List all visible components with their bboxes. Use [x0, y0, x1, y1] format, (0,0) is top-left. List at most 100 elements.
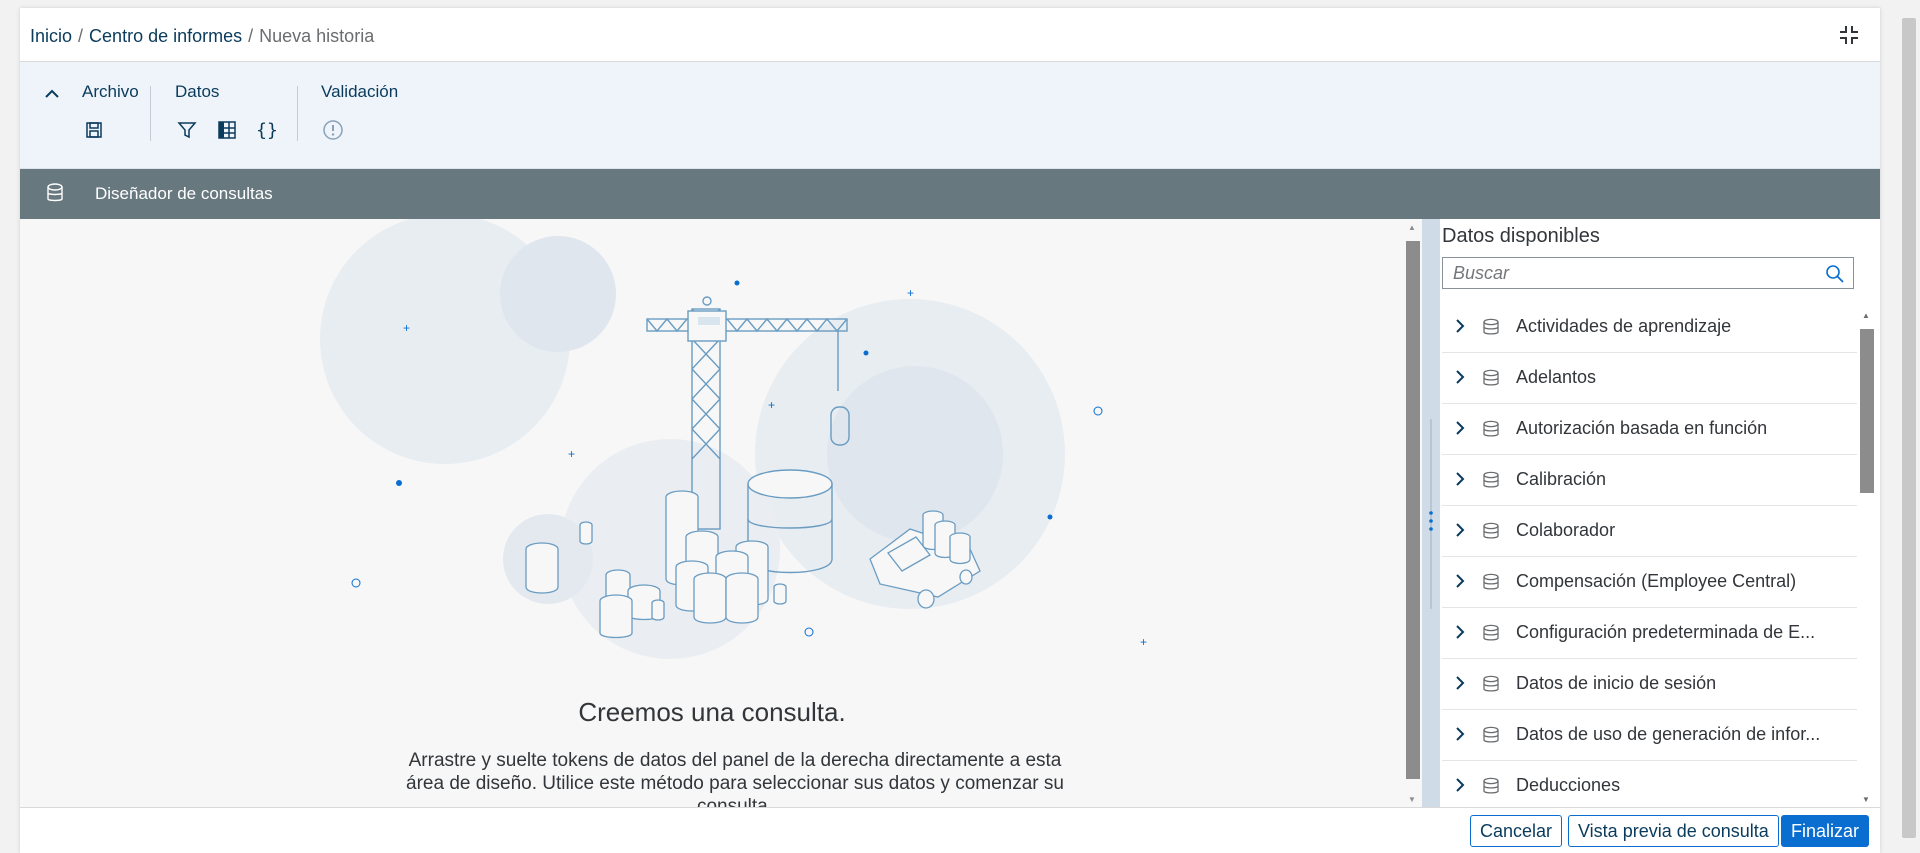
save-button[interactable]	[82, 118, 106, 142]
database-icon	[1483, 675, 1499, 692]
list-item[interactable]: Autorización basada en función	[1442, 404, 1857, 455]
database-icon	[1483, 420, 1499, 437]
toolbar-divider	[297, 86, 298, 141]
filter-button[interactable]	[175, 118, 199, 142]
scroll-up-icon[interactable]: ▲	[1862, 311, 1870, 320]
list-item[interactable]: Calibración	[1442, 455, 1857, 506]
list-item[interactable]: Datos de inicio de sesión	[1442, 659, 1857, 710]
empty-state-illustration: + + + + +	[320, 219, 1147, 659]
exit-fullscreen-button[interactable]	[1836, 22, 1862, 48]
database-icon	[1483, 624, 1499, 641]
breadcrumb-separator: /	[248, 26, 254, 46]
list-item[interactable]: Deducciones	[1442, 761, 1857, 807]
list-item-label: Configuración predeterminada de E...	[1516, 622, 1816, 642]
empty-state-description: Arrastre y suelte tokens de datos del pa…	[406, 750, 1064, 807]
exit-fullscreen-icon	[1840, 26, 1858, 44]
list-item[interactable]: Compensación (Employee Central)	[1442, 557, 1857, 608]
search-field[interactable]	[1442, 257, 1854, 289]
scroll-down-icon[interactable]: ▼	[1862, 795, 1870, 804]
database-icon	[1483, 522, 1499, 539]
preview-query-button[interactable]: Vista previa de consulta	[1568, 815, 1779, 847]
list-item-label: Colaborador	[1516, 520, 1616, 540]
page-scrollbar[interactable]	[1900, 8, 1918, 853]
toolbar-group-validation: Validación	[321, 82, 398, 142]
table-icon	[218, 121, 236, 139]
chevron-right-icon[interactable]	[1454, 420, 1466, 436]
query-designer-bar: Diseñador de consultas	[20, 169, 1880, 219]
toolbar-group-title: Archivo	[82, 82, 139, 101]
breadcrumb: Inicio / Centro de informes / Nueva historia	[30, 26, 374, 47]
available-data-title: Datos disponibles	[1442, 225, 1600, 247]
database-icon	[47, 183, 63, 202]
list-item[interactable]: Actividades de aprendizaje	[1442, 302, 1857, 353]
chevron-right-icon[interactable]	[1454, 624, 1466, 640]
dialog-footer: Cancelar Vista previa de consulta Finali…	[20, 807, 1880, 853]
toolbar-group-file: Archivo	[82, 82, 139, 142]
svg-text:+: +	[568, 447, 575, 461]
finish-button[interactable]: Finalizar	[1781, 815, 1870, 847]
chevron-right-icon[interactable]	[1454, 675, 1466, 691]
list-item[interactable]: Adelantos	[1442, 353, 1857, 404]
formula-button[interactable]: {}	[255, 118, 279, 142]
list-item-label: Deducciones	[1516, 775, 1621, 795]
collapse-toolbar-button[interactable]	[42, 84, 62, 104]
search-input[interactable]	[1443, 258, 1813, 288]
canvas-scrollbar[interactable]: ▲ ▼	[1404, 219, 1422, 807]
breadcrumb-report-center[interactable]: Centro de informes	[89, 26, 242, 46]
filter-icon	[177, 122, 197, 139]
data-source-list: Actividades de aprendizaje Adelantos Aut…	[1442, 302, 1857, 807]
cancel-button[interactable]: Cancelar	[1470, 815, 1563, 847]
chevron-right-icon[interactable]	[1454, 573, 1466, 589]
splitter-grip-icon[interactable]	[1428, 509, 1434, 533]
list-item-label: Calibración	[1516, 469, 1607, 489]
chevron-up-icon	[45, 89, 59, 98]
list-item-label: Compensación (Employee Central)	[1516, 571, 1797, 591]
chevron-right-icon[interactable]	[1454, 471, 1466, 487]
query-designer-title: Diseñador de consultas	[95, 184, 273, 203]
list-item-label: Actividades de aprendizaje	[1516, 316, 1732, 336]
validation-button[interactable]	[321, 118, 345, 142]
chevron-right-icon[interactable]	[1454, 777, 1466, 793]
toolbar: Archivo Datos {} Validación	[20, 62, 1880, 169]
database-icon	[1483, 369, 1499, 386]
query-dialog: Inicio / Centro de informes / Nueva historia…	[20, 8, 1880, 853]
chevron-right-icon[interactable]	[1454, 522, 1466, 538]
data-list-scrollbar[interactable]: ▲ ▼	[1858, 309, 1876, 807]
database-icon	[1483, 318, 1499, 335]
chevron-right-icon[interactable]	[1454, 726, 1466, 742]
page-scrollbar-thumb[interactable]	[1902, 18, 1916, 838]
list-item-label: Adelantos	[1516, 367, 1597, 387]
toolbar-group-title: Validación	[321, 82, 399, 101]
warning-icon	[323, 120, 343, 140]
data-list-scrollbar-thumb[interactable]	[1860, 329, 1874, 493]
panel-splitter[interactable]	[1422, 219, 1440, 807]
svg-text:+: +	[403, 321, 410, 335]
database-icon	[1483, 726, 1499, 743]
database-icon	[1483, 471, 1499, 488]
list-item[interactable]: Configuración predeterminada de E...	[1442, 608, 1857, 659]
database-icon	[1483, 573, 1499, 590]
breadcrumb-current: Nueva historia	[259, 26, 375, 46]
list-item[interactable]: Datos de uso de generación de infor...	[1442, 710, 1857, 761]
breadcrumb-separator: /	[78, 26, 84, 46]
chevron-right-icon[interactable]	[1454, 318, 1466, 334]
breadcrumb-home[interactable]: Inicio	[30, 26, 72, 46]
toolbar-divider	[150, 86, 151, 141]
scroll-down-icon[interactable]: ▼	[1408, 795, 1416, 804]
dialog-header: Inicio / Centro de informes / Nueva historia	[20, 8, 1880, 62]
save-icon	[86, 122, 102, 138]
svg-text:+: +	[1140, 635, 1147, 649]
design-canvas[interactable]: + + + + + Creemos una consulta. Arrastre…	[20, 219, 1404, 807]
table-button[interactable]	[215, 118, 239, 142]
chevron-right-icon[interactable]	[1454, 369, 1466, 385]
available-data-panel: Datos disponibles Actividades de aprendi…	[1440, 219, 1880, 807]
list-item-label: Datos de inicio de sesión	[1516, 673, 1717, 693]
list-item[interactable]: Colaborador	[1442, 506, 1857, 557]
svg-text:+: +	[768, 398, 775, 412]
svg-text:+: +	[907, 286, 914, 300]
canvas-scrollbar-thumb[interactable]	[1406, 241, 1420, 779]
scroll-up-icon[interactable]: ▲	[1408, 223, 1416, 232]
database-icon	[1483, 777, 1499, 794]
list-item-label: Autorización basada en función	[1516, 418, 1768, 438]
search-icon[interactable]	[1825, 264, 1845, 284]
